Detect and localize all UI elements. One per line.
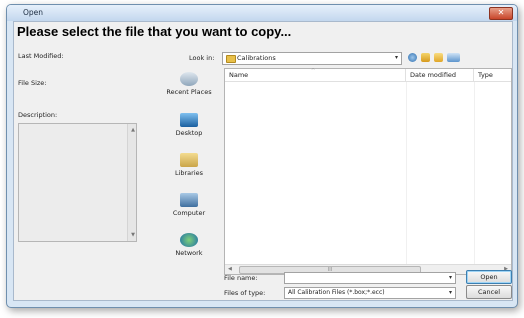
file-type-value: All Calibration Files (*.box;*.ecc)	[288, 289, 385, 296]
view-menu-icon[interactable]	[447, 53, 460, 62]
sort-arrow-icon: ^	[311, 68, 316, 74]
file-size-label: File Size:	[18, 79, 47, 87]
place-label: Libraries	[174, 169, 204, 177]
place-computer[interactable]: Computer	[159, 193, 219, 217]
file-name-input[interactable]: ▾	[284, 272, 456, 284]
file-type-label: Files of type:	[224, 289, 266, 297]
look-in-label: Look in:	[189, 54, 215, 62]
column-header-label: Date modified	[410, 71, 457, 79]
window-title: Open	[23, 8, 44, 17]
open-button[interactable]: Open	[466, 270, 512, 284]
column-header-label: Type	[478, 71, 493, 79]
description-scrollbar[interactable]: ▲ ▼	[127, 124, 136, 241]
look-in-value: Calibrations	[237, 54, 276, 62]
chevron-down-icon: ▾	[448, 274, 452, 281]
new-folder-icon[interactable]	[434, 53, 443, 62]
cancel-button[interactable]: Cancel	[466, 285, 512, 299]
file-list[interactable]: Name ^ Date modified Type ◀ III ▶	[224, 68, 512, 275]
scroll-up-icon[interactable]: ▲	[131, 127, 135, 133]
dialog-body: Please select the file that you want to …	[13, 21, 513, 301]
chevron-down-icon: ▾	[394, 54, 398, 61]
recent-places-icon	[180, 72, 198, 86]
column-header-type[interactable]: Type	[474, 69, 511, 82]
file-type-dropdown[interactable]: All Calibration Files (*.box;*.ecc) ▾	[284, 287, 456, 299]
column-divider	[474, 82, 475, 265]
place-label: Recent Places	[166, 88, 212, 96]
column-divider	[406, 82, 407, 265]
place-label: Computer	[172, 209, 206, 217]
column-header-date-modified[interactable]: Date modified	[406, 69, 474, 82]
folder-icon	[226, 55, 236, 63]
column-header-label: Name	[229, 71, 249, 79]
file-name-label: File name:	[224, 274, 258, 282]
description-label: Description:	[18, 111, 58, 119]
scroll-down-icon[interactable]: ▼	[131, 232, 135, 238]
scroll-left-icon[interactable]: ◀	[228, 266, 232, 272]
place-desktop[interactable]: Desktop	[159, 113, 219, 137]
computer-icon	[180, 193, 198, 207]
up-folder-icon[interactable]	[421, 53, 430, 62]
title-bar[interactable]: Open ✕	[7, 5, 517, 21]
description-box[interactable]: ▲ ▼	[18, 123, 137, 242]
place-libraries[interactable]: Libraries	[159, 153, 219, 177]
back-icon[interactable]	[408, 53, 417, 62]
libraries-icon	[180, 153, 198, 167]
place-recent-places[interactable]: Recent Places	[159, 72, 219, 96]
close-button[interactable]: ✕	[489, 7, 513, 20]
places-bar: Recent Places Desktop Libraries Computer…	[159, 68, 219, 283]
place-label: Network	[175, 249, 203, 257]
last-modified-label: Last Modified:	[18, 52, 64, 60]
place-network[interactable]: Network	[159, 233, 219, 257]
look-in-dropdown[interactable]: Calibrations ▾	[222, 52, 402, 65]
open-dialog: Open ✕ Please select the file that you w…	[6, 4, 518, 308]
network-icon	[180, 233, 198, 247]
chevron-down-icon: ▾	[448, 289, 452, 296]
page-title: Please select the file that you want to …	[17, 24, 292, 39]
column-header-name[interactable]: Name ^	[225, 68, 406, 82]
desktop-icon	[180, 113, 198, 127]
place-label: Desktop	[175, 129, 203, 137]
close-icon: ✕	[497, 8, 505, 17]
